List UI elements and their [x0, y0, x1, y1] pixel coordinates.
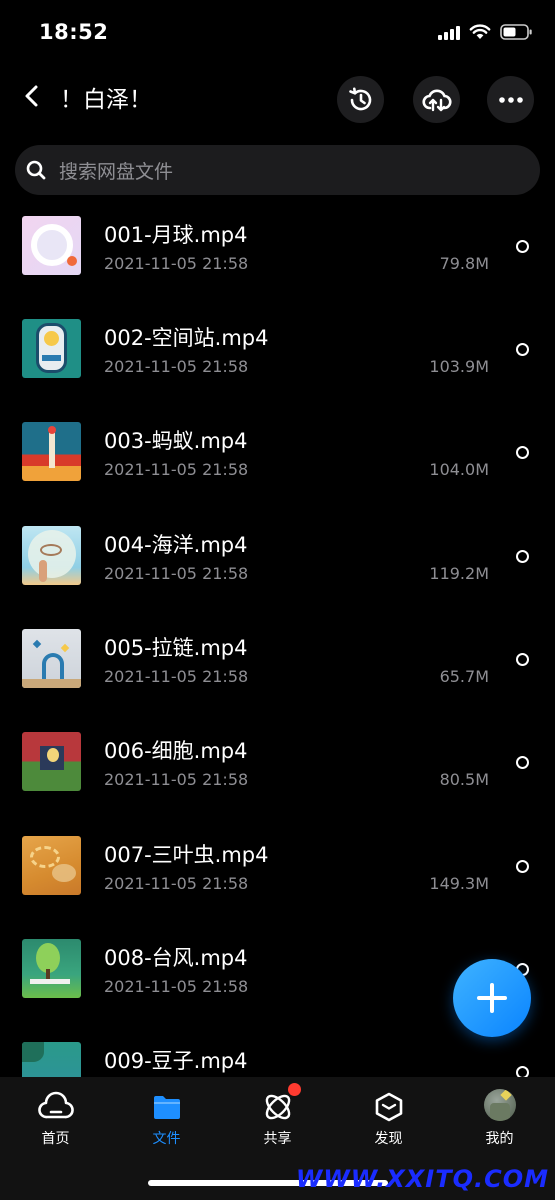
wifi-icon — [469, 24, 491, 39]
file-size: 79.8M — [439, 254, 489, 273]
tab-share[interactable]: 共享 — [222, 1077, 333, 1161]
file-name: 003-蚂蚁.mp4 — [104, 429, 248, 453]
file-name: 009-豆子.mp4 — [104, 1049, 248, 1073]
file-row[interactable]: 004-海洋.mp4 2021-11-05 21:58 119.2M — [0, 505, 555, 608]
file-name: 002-空间站.mp4 — [104, 326, 269, 350]
tab-label: 文件 — [152, 1131, 181, 1147]
file-name: 007-三叶虫.mp4 — [104, 843, 269, 867]
file-size: 149.3M — [429, 874, 489, 893]
file-size: 80.5M — [439, 770, 489, 789]
watermark: WWW.XXITQ.COM — [295, 1165, 549, 1193]
chevron-left-icon — [25, 85, 38, 107]
tab-home[interactable]: 首页 — [0, 1077, 111, 1161]
select-radio[interactable] — [516, 343, 529, 356]
select-radio[interactable] — [516, 756, 529, 769]
file-date: 2021-11-05 21:58 — [104, 977, 249, 996]
file-name: 004-海洋.mp4 — [104, 533, 248, 557]
select-radio[interactable] — [516, 653, 529, 666]
file-row[interactable]: 005-拉链.mp4 2021-11-05 21:58 65.7M — [0, 608, 555, 711]
tab-mine[interactable]: 我的 — [444, 1077, 555, 1161]
select-radio[interactable] — [516, 860, 529, 873]
video-thumbnail — [22, 216, 81, 275]
tab-files[interactable]: 文件 — [111, 1077, 222, 1161]
history-button[interactable] — [337, 76, 384, 123]
file-row[interactable]: 002-空间站.mp4 2021-11-05 21:58 103.9M — [0, 298, 555, 401]
file-row[interactable]: 007-三叶虫.mp4 2021-11-05 21:58 149.3M — [0, 815, 555, 918]
select-radio[interactable] — [516, 550, 529, 563]
notification-badge — [288, 1083, 301, 1096]
video-thumbnail — [22, 319, 81, 378]
file-size: 103.9M — [429, 357, 489, 376]
file-date: 2021-11-05 21:58 — [104, 460, 249, 479]
plus-icon — [477, 983, 507, 1013]
history-icon — [348, 87, 371, 110]
discover-box-icon — [371, 1089, 407, 1125]
back-button[interactable] — [14, 78, 50, 114]
video-thumbnail — [22, 732, 81, 791]
file-list: 001-月球.mp4 2021-11-05 21:58 79.8M 002-空间… — [0, 195, 555, 1077]
file-date: 2021-11-05 21:58 — [104, 254, 249, 273]
header: ！白泽！ — [0, 66, 555, 130]
tab-label: 首页 — [41, 1131, 70, 1147]
file-row[interactable]: 006-细胞.mp4 2021-11-05 21:58 80.5M — [0, 711, 555, 814]
file-size: 65.7M — [439, 667, 489, 686]
video-thumbnail — [22, 836, 81, 895]
status-time: 18:52 — [39, 20, 109, 44]
cellular-signal-icon — [438, 24, 460, 40]
tab-label: 发现 — [374, 1131, 403, 1147]
add-button[interactable] — [453, 959, 531, 1037]
file-name: 001-月球.mp4 — [104, 223, 248, 247]
status-icons — [438, 24, 533, 40]
tab-discover[interactable]: 发现 — [333, 1077, 444, 1161]
avatar — [484, 1089, 516, 1121]
file-name: 005-拉链.mp4 — [104, 636, 248, 660]
select-radio[interactable] — [516, 1066, 529, 1077]
video-thumbnail — [22, 1042, 81, 1077]
file-date: 2021-11-05 21:58 — [104, 874, 249, 893]
tab-label: 我的 — [485, 1131, 514, 1147]
video-thumbnail — [22, 422, 81, 481]
select-radio[interactable] — [516, 240, 529, 253]
home-cloud-icon — [38, 1089, 74, 1125]
file-name: 008-台风.mp4 — [104, 946, 248, 970]
search-input[interactable]: 搜索网盘文件 — [15, 145, 540, 195]
file-date: 2021-11-05 21:58 — [104, 357, 249, 376]
file-date: 2021-11-05 21:58 — [104, 770, 249, 789]
tab-bar: 首页 文件 共享 发现 我的 WWW.XXITQ.COM — [0, 1077, 555, 1200]
more-dots-icon — [498, 96, 523, 103]
battery-icon — [500, 24, 532, 40]
cloud-transfer-icon — [421, 89, 452, 111]
folder-icon — [149, 1089, 185, 1125]
status-bar: 18:52 — [0, 0, 555, 66]
video-thumbnail — [22, 629, 81, 688]
cloud-transfer-button[interactable] — [413, 76, 460, 123]
file-size: 119.2M — [429, 564, 489, 583]
page-title: ！白泽！ — [60, 87, 152, 113]
file-size: 104.0M — [429, 460, 489, 479]
file-date: 2021-11-05 21:58 — [104, 564, 249, 583]
tab-label: 共享 — [263, 1131, 292, 1147]
video-thumbnail — [22, 526, 81, 585]
search-placeholder: 搜索网盘文件 — [59, 160, 174, 183]
select-radio[interactable] — [516, 446, 529, 459]
file-name: 006-细胞.mp4 — [104, 739, 248, 763]
file-row[interactable]: 001-月球.mp4 2021-11-05 21:58 79.8M — [0, 195, 555, 298]
search-icon — [23, 157, 49, 183]
more-button[interactable] — [487, 76, 534, 123]
file-row[interactable]: 003-蚂蚁.mp4 2021-11-05 21:58 104.0M — [0, 401, 555, 504]
file-date: 2021-11-05 21:58 — [104, 667, 249, 686]
video-thumbnail — [22, 939, 81, 998]
